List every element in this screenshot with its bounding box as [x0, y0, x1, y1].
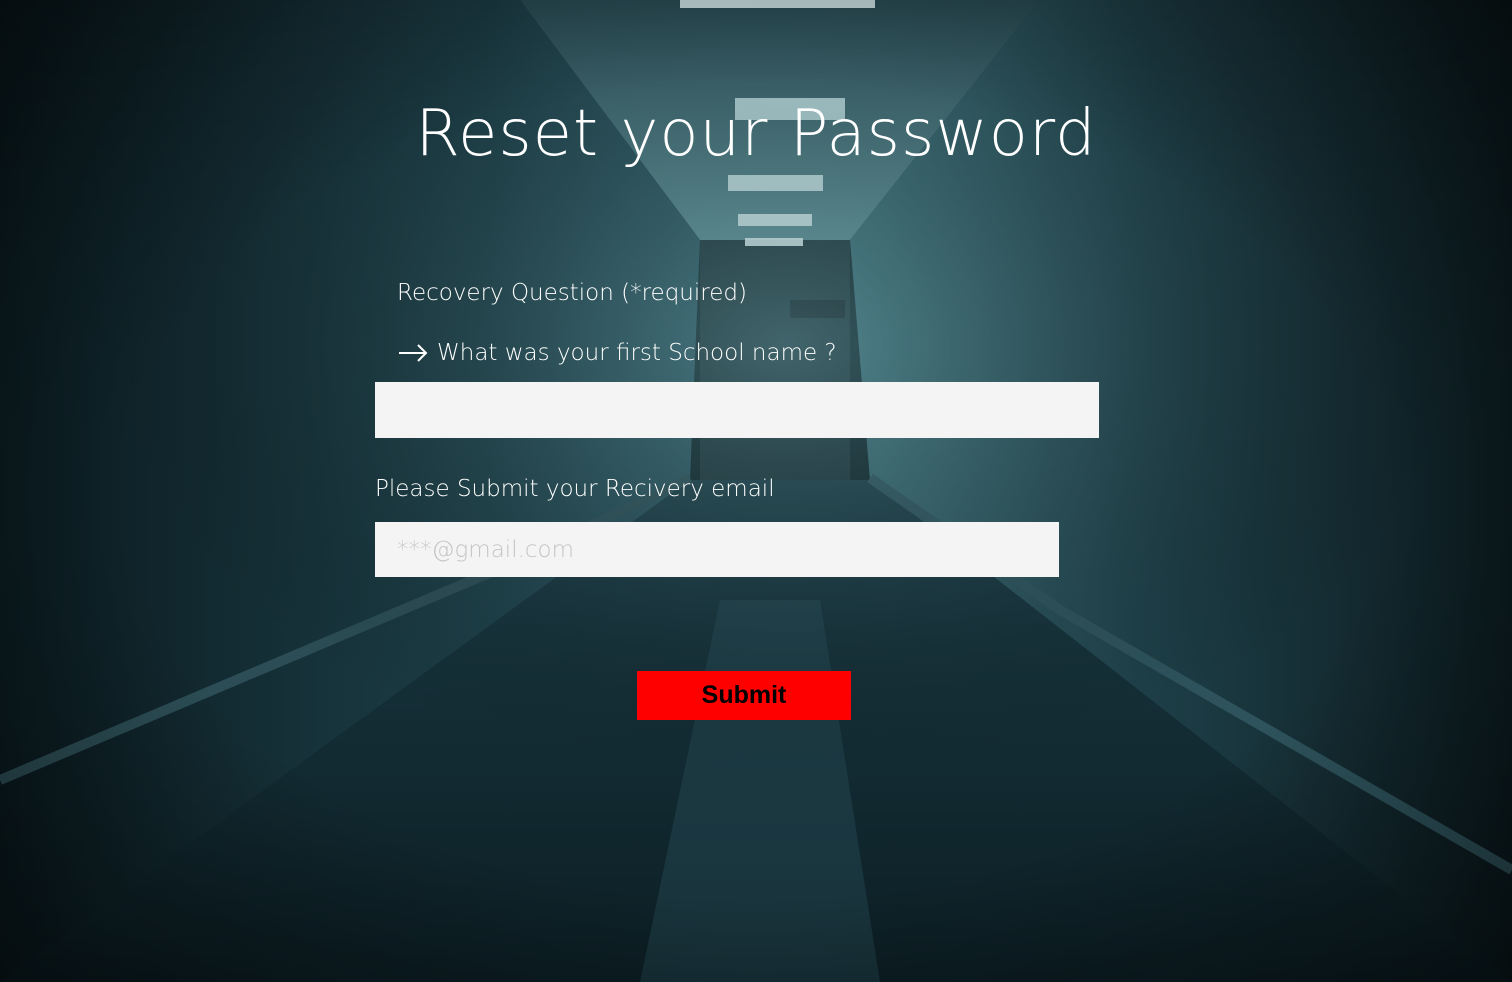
- page-title: Reset your Password: [415, 97, 1097, 171]
- recovery-email-label: Please Submit your Recivery email: [375, 476, 775, 502]
- recovery-email-input[interactable]: [375, 522, 1059, 577]
- recovery-question-label: Recovery Question (*required): [397, 280, 747, 306]
- reset-password-page: Reset your Password Recovery Question (*…: [0, 0, 1512, 982]
- arrow-right-icon: [397, 338, 429, 368]
- recovery-question: What was your first School name ?: [397, 338, 837, 368]
- recovery-answer-input[interactable]: [375, 382, 1099, 438]
- recovery-question-text: What was your first School name ?: [437, 340, 837, 366]
- submit-button[interactable]: Submit: [637, 671, 851, 720]
